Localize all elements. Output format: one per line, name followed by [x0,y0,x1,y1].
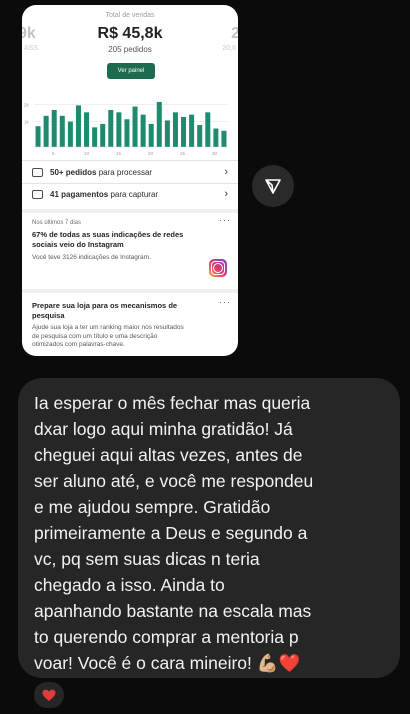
message-line: vc, pq sem suas dicas n teria [34,549,260,569]
next-card-sub: 20,6 [222,45,236,52]
order-count: 205 pedidos [108,45,152,54]
x-tick-label: 20 [148,151,154,156]
seo-detail-line: de pesquisa com um título e uma descriçã… [32,332,158,340]
seo-card[interactable]: Prepare sua loja para os mecanismos de p… [32,301,232,350]
total-sales-value: R$ 45,8k [97,25,163,42]
share-icon [265,179,281,194]
chart-bar [132,106,138,147]
x-tick-label: 25 [180,151,186,156]
y-tick-label: 2k [24,102,30,107]
section-divider [22,209,238,213]
chart-bar [156,101,162,147]
chart-bar [43,115,49,147]
seo-detail-line: otimizados com palavras-chave. [32,341,125,348]
view-panel-button[interactable]: Ver painel [107,63,155,79]
x-tick-label: 30 [212,151,218,156]
card-icon [32,189,43,199]
chart-bar [51,110,57,147]
chart-bar [164,120,170,147]
chart-bar [197,125,203,147]
message-line: primeiramente a Deus e segundo a [34,523,308,543]
sales-bar-chart: 2k 1k 5 10 15 20 25 30 [24,101,228,156]
message-line: apanhando bastante na escala mas [34,601,312,621]
chart-bar [221,130,227,147]
payments-text: para capturar [108,189,159,199]
seo-detail-line: Ajude sua loja a ter um ranking maior no… [32,324,184,331]
chart-bar [189,114,195,147]
orders-icon [32,167,43,177]
chart-bar [84,112,90,147]
more-options-icon[interactable]: ··· [219,215,231,225]
chart-bar [67,121,73,147]
chart-bar [140,114,146,147]
chart-bar [181,116,187,147]
more-options-icon[interactable]: ··· [219,297,231,307]
chart-bar [116,112,122,147]
chart-bar [100,123,106,147]
heart-icon [42,689,56,701]
orders-count: 50+ pedidos [50,167,97,177]
insight-detail: Você teve 3126 indicações de Instagram. [32,254,151,261]
chart-bar [92,127,98,147]
chart-bar [75,105,81,147]
insight-period: Nos últimos 7 dias [32,220,82,226]
chart-bar [124,119,130,147]
instagram-icon [209,259,227,277]
y-tick-label: 1k [24,120,30,125]
message-line: Ia esperar o mês fechar mas queria [34,393,311,413]
message-line: voar! Você é o cara mineiro! 💪🏼❤️ [34,653,301,673]
chart-bar [172,112,178,147]
message-line: chegado a isso. Ainda to [34,575,225,595]
chevron-right-icon: › [224,166,228,178]
insight-title: 67% de todas as suas indicações de redes… [32,230,184,249]
payments-count: 41 pagamentos [50,189,109,199]
payments-to-capture-row[interactable]: 41 pagamentos para capturar › [22,187,238,201]
message-line: ser aluno até, e você me respondeu [34,471,314,491]
x-tick-label: 10 [84,151,90,156]
x-tick-label: 5 [52,151,55,156]
chart-bar [35,126,41,147]
heart-reaction[interactable] [32,680,66,710]
share-button[interactable] [252,165,294,207]
seo-title: Prepare sua loja para os mecanismos de p… [32,301,178,320]
divider [22,160,238,161]
chart-bar [148,123,154,147]
next-card-value: 2 [231,25,238,42]
shared-story-card[interactable]: 9k ASS Total de vendas R$ 45,8k 205 pedi… [22,5,238,356]
orders-text: para processar [96,167,153,177]
x-tick-label: 15 [116,151,122,156]
chart-bar [205,112,211,147]
message-line: cheguei aqui altas vezes, antes de [34,445,303,465]
orders-to-process-row[interactable]: 50+ pedidos para processar › [22,165,238,179]
total-sales-label: Total de vendas [105,12,155,19]
instagram-insight-card[interactable]: Nos últimos 7 dias 67% de todas as suas … [32,220,232,261]
section-divider [22,289,238,293]
message-line: to querendo comprar a mentoria p [34,627,299,647]
message-bubble[interactable]: Ia esperar o mês fechar mas queria dxar … [18,378,400,678]
chart-bar [59,115,65,147]
message-line: e me ajudou sempre. Gratidão [34,497,271,517]
chevron-right-icon: › [224,188,228,200]
message-line: dxar logo aqui minha gratidão! Já [34,419,293,439]
chart-bar [108,110,114,147]
divider [22,183,238,184]
seo-detail: Ajude sua loja a ter um ranking maior no… [32,324,227,350]
chart-bar [213,128,219,147]
